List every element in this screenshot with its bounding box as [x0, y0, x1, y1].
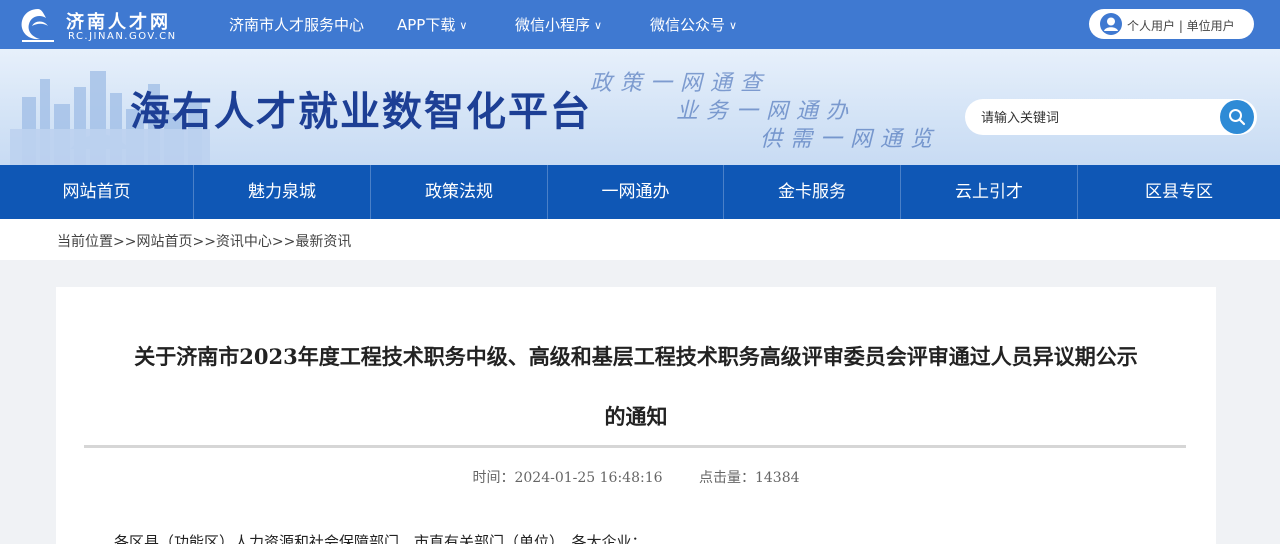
search-input[interactable]: [965, 99, 1257, 135]
nav-cloud-talent[interactable]: 云上引才: [901, 165, 1077, 219]
site-logo[interactable]: 济南人才网 RC.JINAN.GOV.CN: [18, 6, 208, 44]
topnav-wechat-official[interactable]: 微信公众号 ∨: [650, 14, 737, 35]
nav-one-stop[interactable]: 一网通办: [548, 165, 723, 219]
chevron-down-icon: ∨: [459, 19, 468, 32]
top-bar: 济南人才网 RC.JINAN.GOV.CN 济南市人才服务中心 APP下载 ∨ 微…: [0, 0, 1280, 49]
views-label: 点击量：: [698, 470, 755, 486]
topnav-wechat-miniprogram[interactable]: 微信小程序 ∨: [515, 14, 602, 35]
breadcrumb-bar: 当前位置>>网站首页>>资讯中心>>最新资讯: [0, 219, 1280, 260]
logo-subtitle: RC.JINAN.GOV.CN: [68, 31, 177, 42]
search-box: [965, 99, 1257, 135]
platform-title: 海右人才就业数智化平台: [130, 89, 592, 135]
article-title-line: 关于济南市2023年度工程技术职务中级、高级和基层工程技术职务高级评审委员会评审…: [134, 344, 1138, 369]
topnav-app-download[interactable]: APP下载 ∨: [397, 14, 467, 35]
breadcrumb[interactable]: 当前位置>>网站首页>>资讯中心>>最新资讯: [57, 231, 351, 251]
title-divider: [84, 445, 1186, 448]
topnav-label: 微信公众号: [650, 16, 726, 34]
user-avatar-icon: [1100, 13, 1122, 35]
publish-time: 时间：2024-01-25 16:48:16: [472, 470, 662, 486]
logo-emblem-icon: [21, 9, 54, 42]
views-value: 14384: [754, 470, 800, 486]
topnav-label: 济南市人才服务中心: [229, 16, 365, 34]
article-meta: 时间：2024-01-25 16:48:16 点击量：14384: [56, 467, 1216, 487]
chevron-down-icon: ∨: [729, 19, 738, 32]
nav-districts[interactable]: 区县专区: [1078, 165, 1280, 219]
nav-charm-city[interactable]: 魅力泉城: [194, 165, 370, 219]
time-value: 2024-01-25 16:48:16: [514, 470, 663, 486]
user-links[interactable]: 个人用户 | 单位用户: [1127, 17, 1235, 34]
view-count: 点击量：14384: [699, 470, 800, 486]
chevron-down-icon: ∨: [594, 19, 603, 32]
user-login-pill[interactable]: 个人用户 | 单位用户: [1089, 9, 1254, 39]
search-icon: [1229, 109, 1246, 126]
main-nav: 网站首页 魅力泉城 政策法规 一网通办 金卡服务 云上引才 区县专区: [0, 165, 1280, 219]
topnav-label: APP下载: [397, 16, 456, 34]
article-body: 各区县（功能区）人力资源和社会保障部门、市直有关部门（单位）、各大企业：: [114, 533, 647, 544]
topnav-talent-center[interactable]: 济南市人才服务中心: [229, 14, 364, 35]
search-button[interactable]: [1220, 100, 1254, 134]
time-label: 时间：: [472, 470, 515, 486]
topnav-label: 微信小程序: [515, 16, 591, 34]
article-card: 关于济南市2023年度工程技术职务中级、高级和基层工程技术职务高级评审委员会评审…: [56, 287, 1216, 544]
article-title-line: 的通知: [604, 404, 668, 429]
nav-home[interactable]: 网站首页: [0, 165, 193, 219]
article-title: 关于济南市2023年度工程技术职务中级、高级和基层工程技术职务高级评审委员会评审…: [56, 327, 1216, 447]
slogan-supply-demand: 供需一网通览: [760, 127, 941, 152]
nav-policies[interactable]: 政策法规: [371, 165, 547, 219]
nav-gold-card[interactable]: 金卡服务: [724, 165, 900, 219]
